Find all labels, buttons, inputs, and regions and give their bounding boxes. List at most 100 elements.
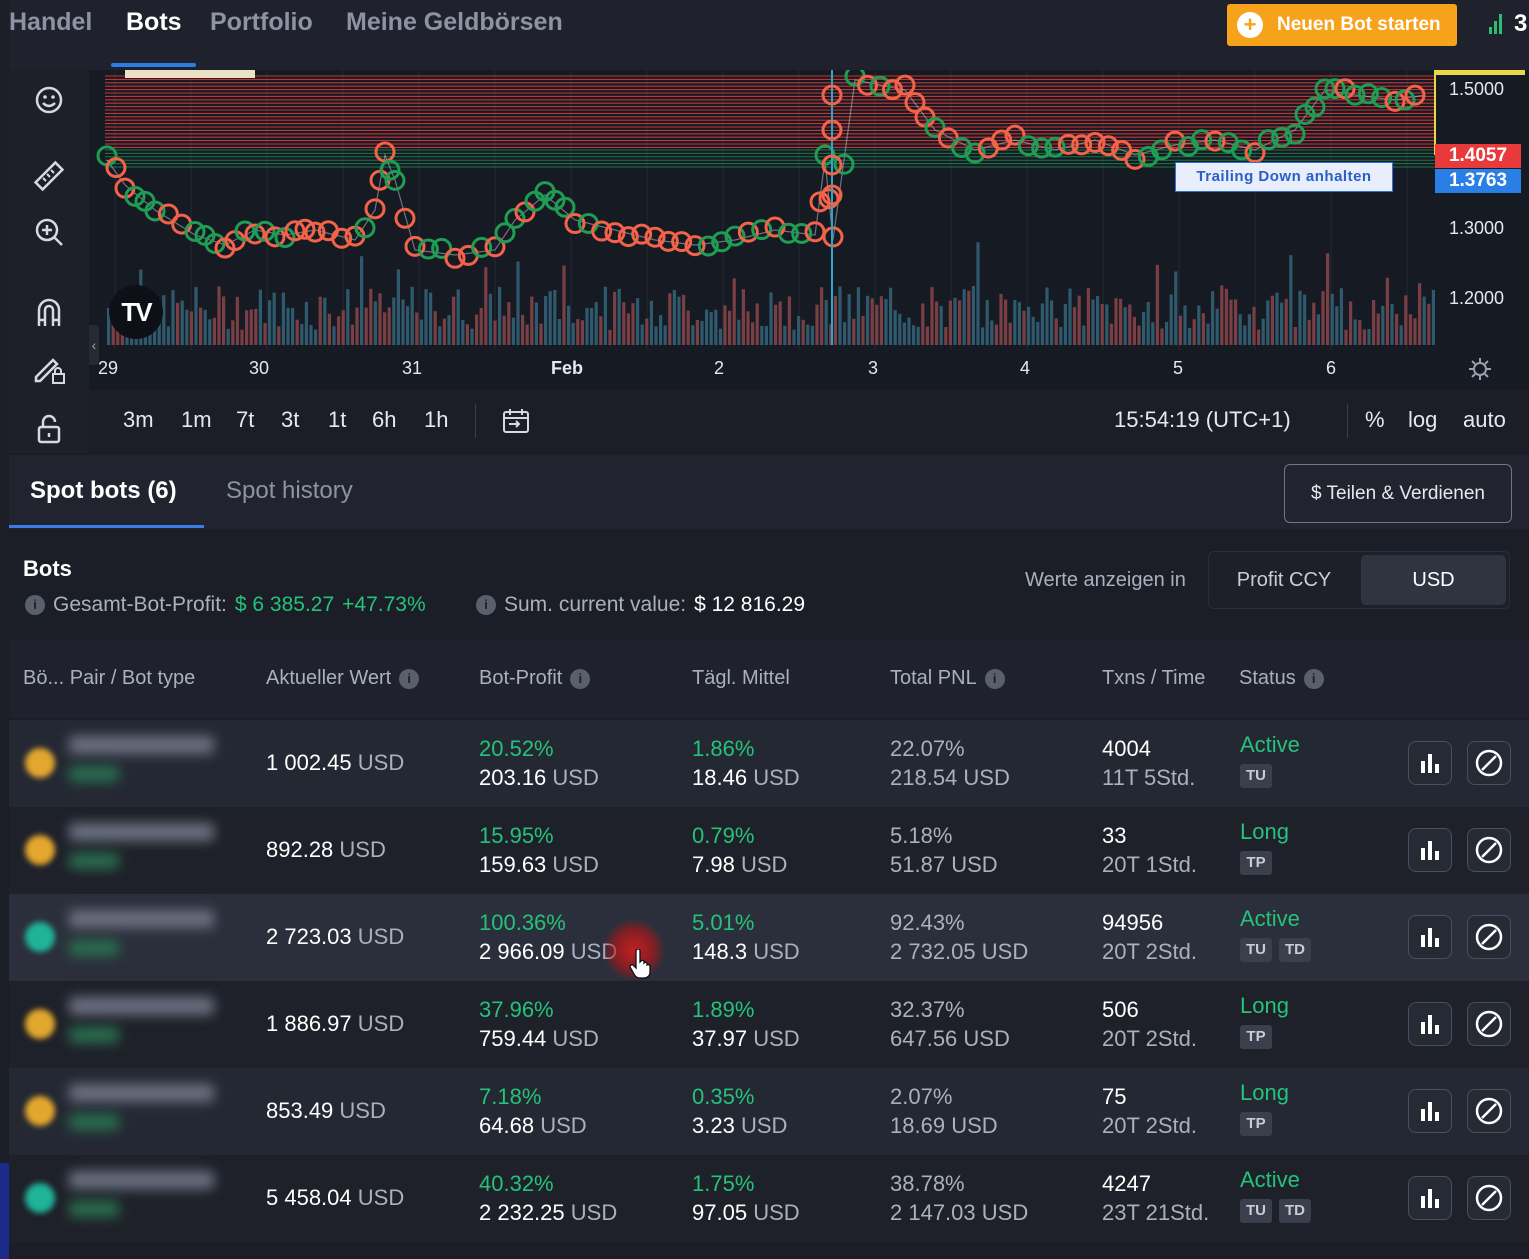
volume-bar xyxy=(1335,306,1339,345)
bot-chart-button[interactable] xyxy=(1408,1176,1452,1220)
lock-drawing-icon[interactable] xyxy=(31,350,67,386)
start-new-bot-button[interactable]: + Neuen Bot starten xyxy=(1227,4,1457,46)
volume-bar xyxy=(958,300,962,345)
info-icon[interactable]: i xyxy=(476,595,496,615)
bot-stop-button[interactable] xyxy=(1467,1002,1511,1046)
volume-bar xyxy=(787,296,791,345)
date-range-icon[interactable] xyxy=(501,406,531,436)
volume-bar xyxy=(1261,318,1265,345)
tab-spot-bots[interactable]: Spot bots (6) xyxy=(30,477,177,505)
timeframe-3t[interactable]: 3t xyxy=(281,407,299,433)
volume-bar xyxy=(360,256,364,345)
zoom-in-icon[interactable] xyxy=(31,214,67,250)
volume-bar xyxy=(433,311,437,345)
coin-icon xyxy=(25,922,55,952)
volume-bar xyxy=(732,278,736,345)
volume-bar xyxy=(548,291,552,345)
nav-item-wallets[interactable]: Meine Geldbörsen xyxy=(346,8,563,37)
toggle-usd[interactable]: USD xyxy=(1361,555,1506,605)
bot-stop-button[interactable] xyxy=(1467,915,1511,959)
percent-scale-toggle[interactable]: % xyxy=(1365,407,1385,433)
column-header-pair[interactable]: Bö... Pair / Bot type xyxy=(23,667,195,690)
volume-bar xyxy=(1063,303,1067,345)
share-and-earn-button[interactable]: $ Teilen & Verdienen xyxy=(1284,464,1512,523)
bots-summary: Bots i Gesamt-Bot-Profit: $ 6 385.27 +47… xyxy=(9,529,1529,635)
chart-settings-icon[interactable] xyxy=(1467,356,1493,382)
volume-bar xyxy=(714,309,718,345)
bot-chart-button[interactable] xyxy=(1408,741,1452,785)
volume-bar xyxy=(557,319,561,345)
log-scale-toggle[interactable]: log xyxy=(1408,407,1437,433)
tab-active-indicator xyxy=(9,525,204,528)
timeframe-1h[interactable]: 1h xyxy=(424,407,448,433)
volume-bar xyxy=(180,300,184,345)
volume-bar xyxy=(511,317,515,345)
signal-icon[interactable] xyxy=(1489,12,1502,34)
column-header-current-value[interactable]: Aktueller Wert i xyxy=(266,667,420,690)
volume-bar xyxy=(672,289,676,345)
bot-stop-button[interactable] xyxy=(1467,828,1511,872)
nav-item-handel[interactable]: Handel xyxy=(9,8,92,37)
magnet-icon[interactable] xyxy=(31,294,67,330)
volume-bar xyxy=(590,308,594,345)
toggle-profit-ccy[interactable]: Profit CCY xyxy=(1209,552,1359,608)
nav-item-bots[interactable]: Bots xyxy=(126,8,182,37)
volume-bar xyxy=(245,310,249,345)
timeframe-1t[interactable]: 1t xyxy=(328,407,346,433)
column-header-bot-profit[interactable]: Bot-Profit i xyxy=(479,667,591,690)
table-row[interactable]: 1 886.97 USD 37.96% 759.44 USD 1.89% 37.… xyxy=(9,981,1529,1068)
volume-bar xyxy=(1008,322,1012,345)
nav-item-portfolio[interactable]: Portfolio xyxy=(210,8,313,37)
volume-bar xyxy=(1298,290,1302,345)
table-row[interactable]: 5 458.04 USD 40.32% 2 232.25 USD 1.75% 9… xyxy=(9,1155,1529,1242)
bot-stop-button[interactable] xyxy=(1467,741,1511,785)
daily-avg-value: 148.3 USD xyxy=(692,939,800,964)
volume-bar xyxy=(231,320,235,345)
tab-spot-history[interactable]: Spot history xyxy=(226,477,353,505)
volume-bar xyxy=(985,300,989,345)
pair-name-blurred xyxy=(69,997,214,1015)
info-icon[interactable]: i xyxy=(25,595,45,615)
bot-chart-button[interactable] xyxy=(1408,828,1452,872)
bot-type-blurred xyxy=(69,1114,119,1130)
auto-scale-toggle[interactable]: auto xyxy=(1463,407,1506,433)
volume-bar xyxy=(659,315,663,345)
total-pnl-value: 218.54 USD xyxy=(890,765,1010,790)
ruler-icon[interactable] xyxy=(31,158,67,194)
timeframe-7t[interactable]: 7t xyxy=(236,407,254,433)
bot-stop-button[interactable] xyxy=(1467,1176,1511,1220)
volume-bar xyxy=(774,304,778,345)
window-edge xyxy=(0,1163,9,1259)
volume-bar xyxy=(567,305,571,345)
trailing-down-label[interactable]: Trailing Down anhalten xyxy=(1175,162,1393,192)
column-header-total-pnl[interactable]: Total PNL i xyxy=(890,667,1005,690)
volume-bar xyxy=(304,301,308,345)
emoji-icon[interactable] xyxy=(31,82,67,118)
volume-bar xyxy=(1427,303,1431,345)
table-row[interactable]: 2 723.03 USD 100.36% 2 966.09 USD 5.01% … xyxy=(9,894,1529,981)
timeframe-1m[interactable]: 1m xyxy=(181,407,212,433)
timeframe-3m[interactable]: 3m xyxy=(123,407,154,433)
pair-name-blurred xyxy=(69,1171,214,1189)
table-row[interactable]: 853.49 USD 7.18% 64.68 USD 0.35% 3.23 US… xyxy=(9,1068,1529,1155)
volume-bar xyxy=(475,314,479,345)
volume-bar xyxy=(383,312,387,345)
volume-bar xyxy=(967,290,971,345)
table-row[interactable]: 892.28 USD 15.95% 159.63 USD 0.79% 7.98 … xyxy=(9,807,1529,894)
bot-stop-button[interactable] xyxy=(1467,1089,1511,1133)
coin-icon xyxy=(25,1183,55,1213)
bot-chart-button[interactable] xyxy=(1408,1089,1452,1133)
column-header-status[interactable]: Status i xyxy=(1239,667,1324,690)
table-row[interactable]: 1 002.45 USD 20.52% 203.16 USD 1.86% 18.… xyxy=(9,720,1529,807)
volume-bar xyxy=(576,319,580,345)
column-header-txns-time[interactable]: Txns / Time xyxy=(1102,667,1205,690)
unlock-icon[interactable] xyxy=(31,410,67,446)
chart-canvas[interactable] xyxy=(95,70,1529,355)
bot-profit-percent: 20.52% xyxy=(479,736,554,761)
bot-chart-button[interactable] xyxy=(1408,915,1452,959)
volume-bar xyxy=(1114,298,1118,345)
timeframe-6h[interactable]: 6h xyxy=(372,407,396,433)
volume-bar xyxy=(585,307,589,345)
column-header-daily-avg[interactable]: Tägl. Mittel xyxy=(692,667,790,690)
bot-chart-button[interactable] xyxy=(1408,1002,1452,1046)
